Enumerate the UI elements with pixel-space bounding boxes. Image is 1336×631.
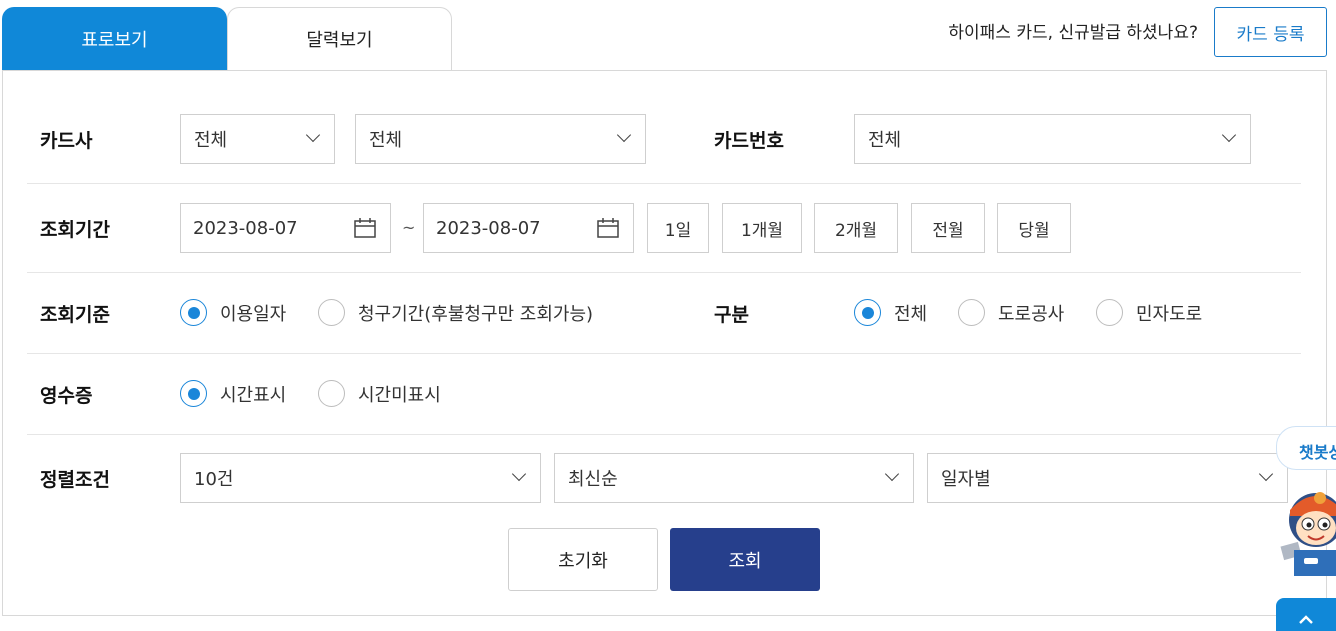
category-label: 구분 bbox=[714, 304, 749, 326]
chevron-up-icon bbox=[1299, 615, 1313, 624]
receipt-time-hide-radio[interactable]: 시간미표시 bbox=[318, 380, 441, 407]
sort-order-select[interactable]: 최신순 bbox=[554, 453, 914, 503]
card-company-select[interactable]: 전체 bbox=[180, 114, 335, 164]
period-label: 조회기간 bbox=[40, 219, 110, 241]
row-divider bbox=[27, 272, 1301, 273]
reset-button[interactable]: 초기화 bbox=[508, 528, 658, 591]
category-all-radio[interactable]: 전체 bbox=[854, 299, 927, 326]
period-this-month-button[interactable]: 당월 bbox=[997, 203, 1071, 253]
radio-label: 시간미표시 bbox=[358, 384, 441, 406]
chevron-down-icon bbox=[884, 466, 900, 482]
period-1day-button[interactable]: 1일 bbox=[647, 203, 709, 253]
radio-label: 전체 bbox=[894, 303, 928, 325]
radio-checked-icon bbox=[854, 299, 881, 326]
start-date-value: 2023-08-07 bbox=[193, 217, 298, 239]
end-date-input[interactable]: 2023-08-07 bbox=[423, 203, 634, 253]
new-card-notice: 하이패스 카드, 신규발급 하셨나요? bbox=[948, 23, 1198, 43]
period-last-month-button[interactable]: 전월 bbox=[911, 203, 985, 253]
sort-order-value: 최신순 bbox=[568, 469, 618, 490]
calendar-icon[interactable] bbox=[597, 218, 619, 238]
end-date-value: 2023-08-07 bbox=[436, 217, 541, 239]
sort-group-select[interactable]: 일자별 bbox=[927, 453, 1288, 503]
search-button[interactable]: 조회 bbox=[670, 528, 820, 591]
category-private-road-radio[interactable]: 민자도로 bbox=[1096, 299, 1202, 326]
chevron-down-icon bbox=[1258, 466, 1274, 482]
row-divider bbox=[27, 353, 1301, 354]
sort-group-value: 일자별 bbox=[941, 469, 991, 490]
chatbot-mascot-icon[interactable] bbox=[1272, 480, 1336, 576]
category-expressway-radio[interactable]: 도로공사 bbox=[958, 299, 1064, 326]
receipt-label: 영수증 bbox=[40, 385, 93, 407]
card-number-label: 카드번호 bbox=[714, 130, 784, 152]
calendar-icon[interactable] bbox=[354, 218, 376, 238]
radio-label: 도로공사 bbox=[998, 303, 1065, 325]
sort-count-select[interactable]: 10건 bbox=[180, 453, 541, 503]
card-type-select[interactable]: 전체 bbox=[355, 114, 646, 164]
radio-label: 이용일자 bbox=[220, 303, 287, 325]
radio-unchecked-icon bbox=[958, 299, 985, 326]
chevron-down-icon bbox=[511, 466, 527, 482]
chevron-down-icon bbox=[1221, 127, 1237, 143]
card-company-select-value: 전체 bbox=[194, 130, 228, 151]
card-company-label: 카드사 bbox=[40, 130, 93, 152]
radio-checked-icon bbox=[180, 380, 207, 407]
radio-unchecked-icon bbox=[318, 380, 345, 407]
date-range-separator: ~ bbox=[402, 218, 416, 237]
radio-label: 청구기간(후불청구만 조회가능) bbox=[358, 303, 594, 325]
criteria-usage-date-radio[interactable]: 이용일자 bbox=[180, 299, 286, 326]
radio-label: 시간표시 bbox=[220, 384, 287, 406]
chevron-down-icon bbox=[305, 127, 321, 143]
radio-checked-icon bbox=[180, 299, 207, 326]
criteria-billing-period-radio[interactable]: 청구기간(후불청구만 조회가능) bbox=[318, 299, 593, 326]
sort-label: 정렬조건 bbox=[40, 469, 110, 491]
card-number-select[interactable]: 전체 bbox=[854, 114, 1251, 164]
radio-unchecked-icon bbox=[1096, 299, 1123, 326]
criteria-label: 조회기준 bbox=[40, 304, 110, 326]
card-type-select-value: 전체 bbox=[369, 130, 403, 151]
chatbot-bubble[interactable]: 챗봇상 bbox=[1276, 426, 1336, 470]
start-date-input[interactable]: 2023-08-07 bbox=[180, 203, 391, 253]
card-number-select-value: 전체 bbox=[868, 130, 902, 151]
scroll-top-button[interactable] bbox=[1276, 598, 1336, 631]
radio-label: 민자도로 bbox=[1136, 303, 1203, 325]
tab-calendar-view[interactable]: 달력보기 bbox=[227, 7, 452, 70]
period-1month-button[interactable]: 1개월 bbox=[722, 203, 802, 253]
receipt-time-show-radio[interactable]: 시간표시 bbox=[180, 380, 286, 407]
row-divider bbox=[27, 183, 1301, 184]
tab-table-view[interactable]: 표로보기 bbox=[2, 7, 227, 70]
card-register-button[interactable]: 카드 등록 bbox=[1214, 7, 1327, 57]
chevron-down-icon bbox=[616, 127, 632, 143]
radio-unchecked-icon bbox=[318, 299, 345, 326]
row-divider bbox=[27, 434, 1301, 435]
period-2month-button[interactable]: 2개월 bbox=[814, 203, 898, 253]
sort-count-value: 10건 bbox=[194, 469, 234, 490]
